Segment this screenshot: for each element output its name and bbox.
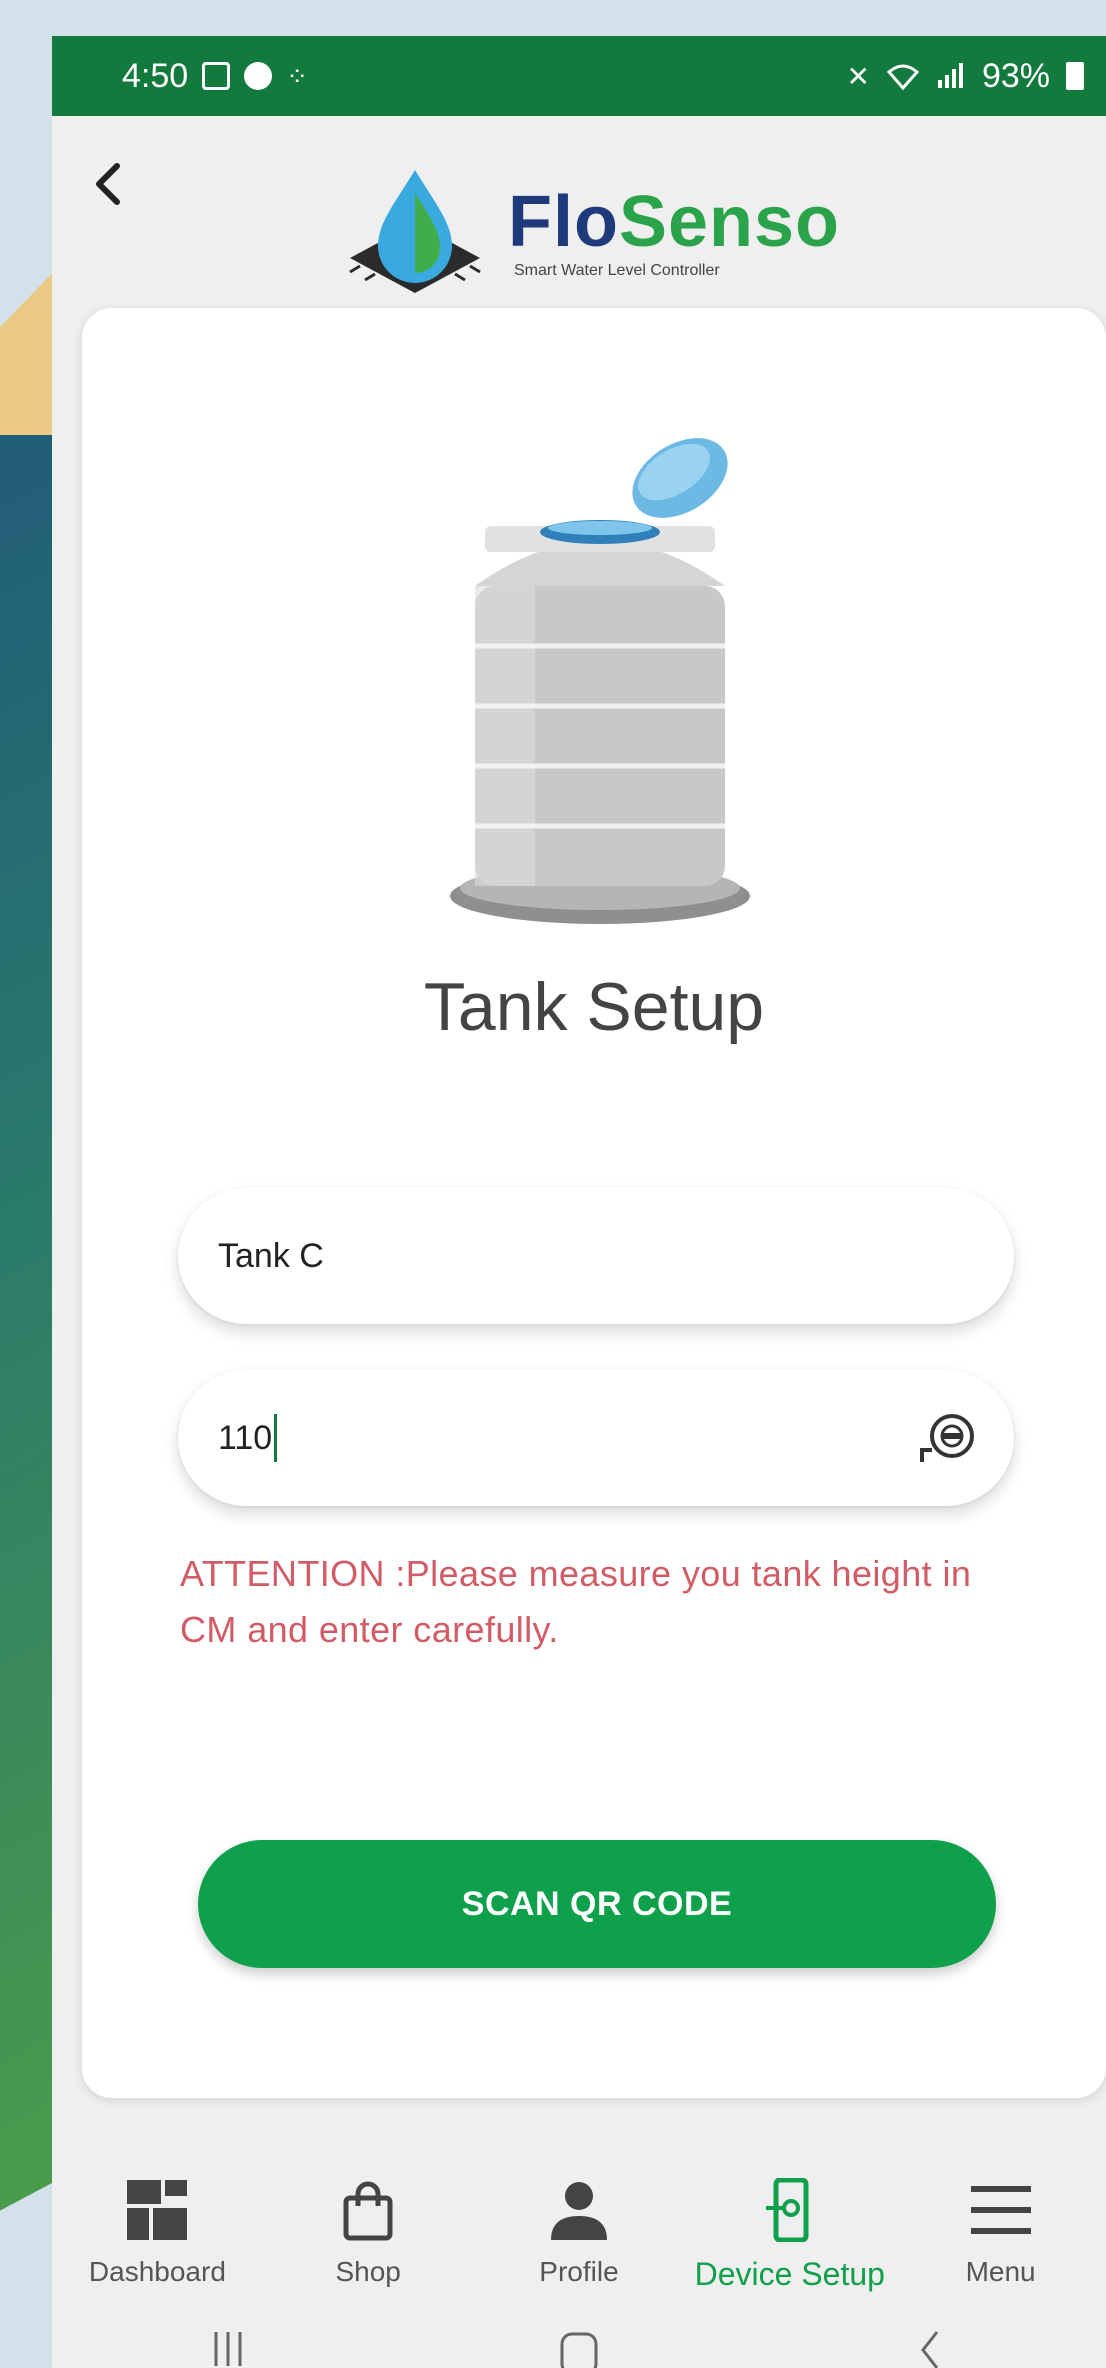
back-arrow-icon (921, 2331, 939, 2368)
hamburger-menu-icon (970, 2186, 1031, 2234)
flosenso-logo: FloSenso Smart Water Level Controller (340, 168, 840, 298)
system-back-button[interactable] (900, 2326, 960, 2368)
nav-item-device-setup[interactable]: Device Setup (684, 2136, 895, 2326)
hotspot-icon: ⁘ (286, 60, 308, 91)
logo-tagline: Smart Water Level Controller (514, 262, 720, 279)
nav-item-profile[interactable]: Profile (474, 2136, 685, 2326)
phone-screen: 4:50 ⁘ ✕ 93% FloSenso Smart Water Level … (52, 36, 1106, 2368)
text-cursor (274, 1414, 278, 1462)
nav-label-shop: Shop (335, 2256, 401, 2287)
account-notification-icon (244, 62, 273, 90)
shopping-bag-icon (343, 2181, 393, 2241)
tank-name-field[interactable]: Tank C (178, 1188, 1014, 1324)
recent-apps-button[interactable] (198, 2326, 258, 2368)
battery-percent: 93% (981, 56, 1050, 95)
attention-message: ATTENTION :Please measure you tank heigh… (180, 1553, 972, 1650)
nav-label-profile: Profile (539, 2256, 619, 2287)
battery-icon (1066, 62, 1084, 90)
device-setup-icon (765, 2178, 809, 2242)
tank-setup-card: Tank Setup Tank C 110 ATTENTION :Please … (82, 308, 1106, 2098)
system-navigation-bar (52, 2326, 1106, 2368)
water-drop-chip-icon (349, 170, 481, 293)
water-tank-illustration (450, 438, 750, 924)
nav-item-menu[interactable]: Menu (895, 2136, 1106, 2326)
gallery-notification-icon (202, 62, 231, 90)
chevron-left-icon (96, 163, 120, 205)
logo-senso-text: Senso (618, 182, 841, 262)
wifi-icon (886, 64, 920, 90)
nav-label-dashboard: Dashboard (88, 2256, 226, 2287)
status-time: 4:50 (122, 56, 189, 95)
nav-item-shop[interactable]: Shop (263, 2136, 474, 2326)
home-icon (560, 2332, 598, 2368)
tank-name-value: Tank C (218, 1236, 324, 1275)
nav-label-menu: Menu (965, 2256, 1036, 2287)
mute-icon: ✕ (846, 60, 870, 92)
home-button[interactable] (549, 2326, 609, 2368)
nav-item-dashboard[interactable]: Dashboard (52, 2136, 263, 2326)
measuring-tape-icon (920, 1414, 974, 1462)
logo-flo-text: Flo (508, 182, 619, 262)
app-header: FloSenso Smart Water Level Controller (52, 116, 1106, 306)
page-title: Tank Setup (423, 969, 765, 1045)
bottom-navigation: Dashboard Shop Profile Device Setup Menu (52, 2136, 1106, 2326)
dashboard-grid-icon (127, 2180, 188, 2240)
person-icon (550, 2182, 607, 2240)
signal-icon (937, 63, 963, 88)
back-button[interactable] (80, 152, 136, 216)
status-bar: 4:50 ⁘ ✕ 93% (52, 36, 1106, 116)
nav-label-device-setup: Device Setup (694, 2256, 885, 2292)
tank-height-field[interactable]: 110 (178, 1370, 1014, 1506)
recent-apps-icon (214, 2332, 242, 2366)
scan-qr-code-button[interactable]: SCAN QR CODE (198, 1840, 996, 1968)
tank-height-value: 110 (218, 1418, 273, 1457)
